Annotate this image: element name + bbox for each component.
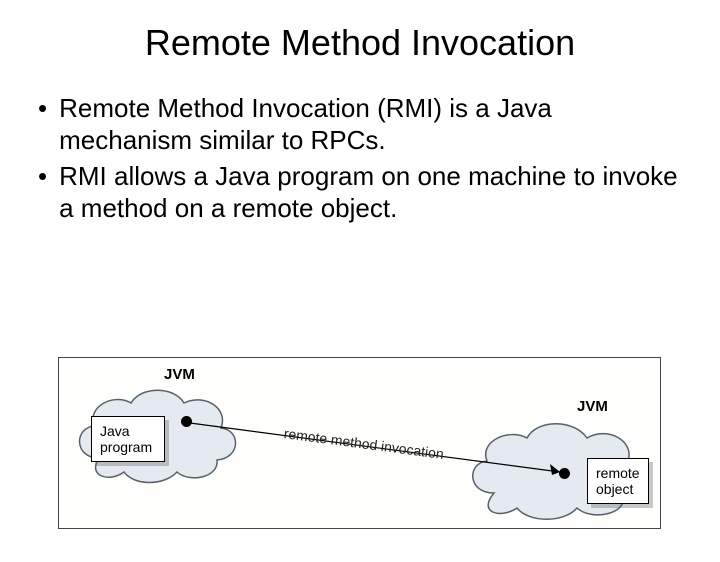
remote-object-label: remote object [596, 465, 640, 497]
bullet-list: • Remote Method Invocation (RMI) is a Ja… [58, 92, 680, 224]
page-title: Remote Method Invocation [0, 22, 720, 64]
bullet-icon: • [38, 160, 47, 192]
list-item: • RMI allows a Java program on one machi… [58, 160, 680, 224]
java-program-label: Java program [100, 423, 152, 455]
bullet-text: Remote Method Invocation (RMI) is a Java… [59, 92, 680, 156]
bullet-icon: • [38, 92, 47, 124]
rmi-diagram: JVM JVM Java program remote object remot… [58, 357, 661, 529]
jvm-label-left: JVM [164, 366, 195, 383]
java-program-box: Java program [91, 416, 165, 462]
list-item: • Remote Method Invocation (RMI) is a Ja… [58, 92, 680, 156]
remote-object-box: remote object [587, 458, 649, 504]
jvm-label-right: JVM [577, 398, 608, 415]
bullet-text: RMI allows a Java program on one machine… [59, 160, 680, 224]
